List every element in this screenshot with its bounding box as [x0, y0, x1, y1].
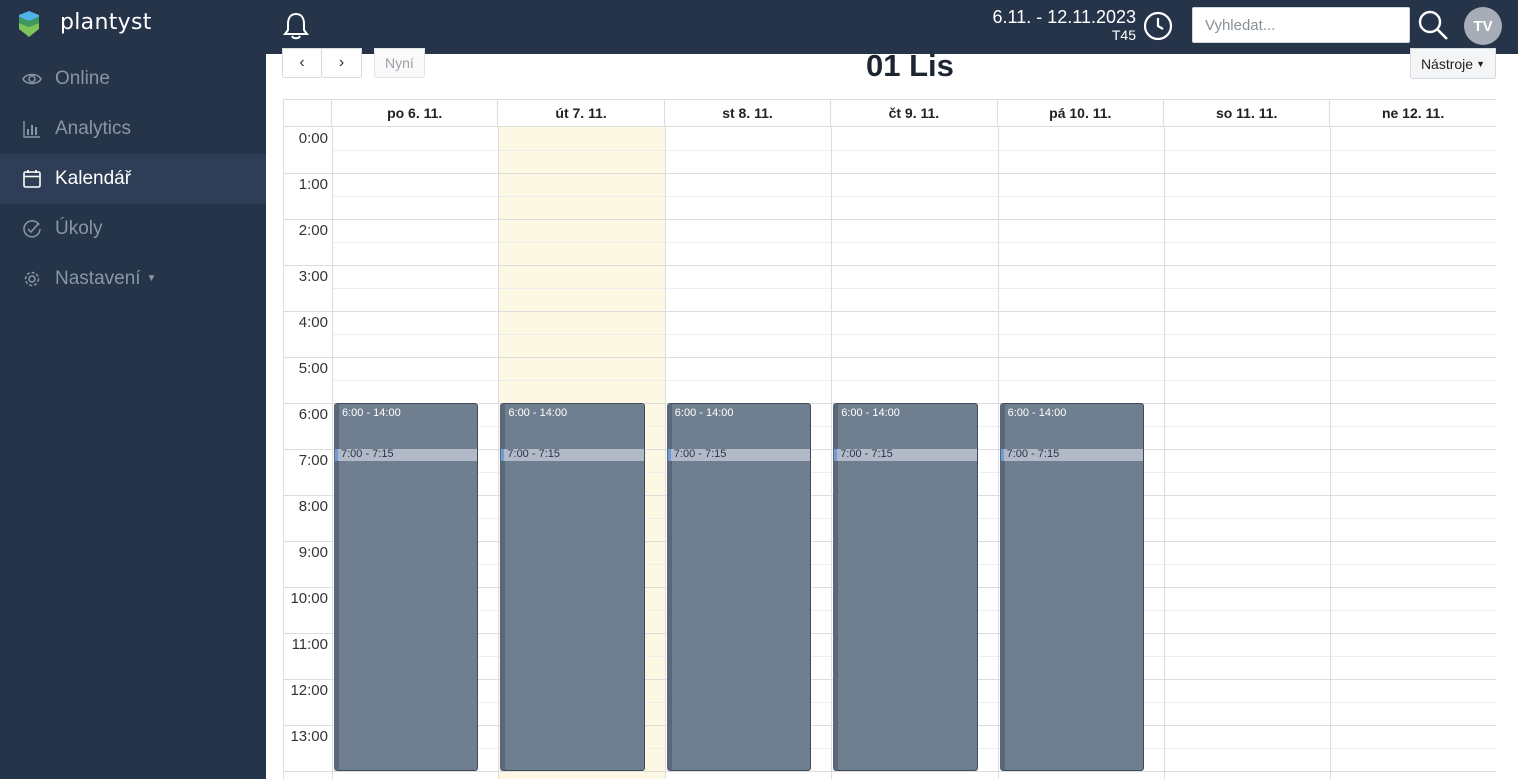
- day-column-divider: [997, 127, 999, 779]
- top-header: 6.11. - 12.11.2023 T45 TV: [266, 0, 1518, 54]
- day-header[interactable]: čt 9. 11.: [831, 100, 998, 127]
- sidebar-item-kalendar[interactable]: Kalendář: [0, 154, 266, 204]
- calendar-sub-event[interactable]: 7:00 - 7:15: [501, 449, 644, 461]
- event-time-label: 6:00 - 14:00: [508, 407, 568, 419]
- time-label: 8:00: [298, 498, 328, 515]
- calendar-sub-event[interactable]: 7:00 - 7:15: [834, 449, 977, 461]
- time-label: 11:00: [291, 636, 328, 653]
- sidebar-item-ukoly[interactable]: Úkoly: [0, 204, 266, 254]
- sidebar-item-label: Nastavení ▼: [55, 268, 157, 289]
- event-time-label: 6:00 - 14:00: [1007, 407, 1067, 419]
- day-header[interactable]: st 8. 11.: [664, 100, 832, 127]
- now-button[interactable]: Nyní: [374, 48, 425, 78]
- half-hour-gridline: [332, 150, 1496, 151]
- gear-icon: [24, 271, 40, 287]
- hour-gridline: [284, 265, 1496, 266]
- search-icon[interactable]: [1416, 8, 1450, 42]
- half-hour-gridline: [332, 242, 1496, 243]
- time-label: 5:00: [298, 360, 328, 377]
- event-time-label: 6:00 - 14:00: [674, 407, 734, 419]
- sidebar-item-analytics[interactable]: Analytics: [0, 104, 266, 154]
- sidebar-item-label: Analytics: [55, 118, 132, 139]
- week-code: T45: [1111, 27, 1136, 43]
- event-time-label: 6:00 - 14:00: [342, 407, 401, 419]
- day-header[interactable]: po 6. 11.: [332, 100, 499, 127]
- chevron-right-icon: ›: [338, 54, 345, 71]
- calendar-sub-event[interactable]: 7:00 - 7:15: [1000, 449, 1143, 461]
- bar-chart-icon: [23, 121, 40, 138]
- search-input[interactable]: [1192, 7, 1410, 43]
- bell-icon[interactable]: [280, 10, 312, 42]
- hour-gridline: [284, 357, 1496, 358]
- time-label: 6:00: [298, 406, 328, 423]
- day-header[interactable]: ne 12. 11.: [1330, 100, 1496, 127]
- week-calendar: po 6. 11. út 7. 11. st 8. 11. čt 9. 11. pá 1…: [283, 99, 1496, 779]
- day-column-divider: [332, 127, 333, 779]
- half-hour-gridline: [332, 288, 1496, 289]
- clock-icon[interactable]: [1142, 10, 1174, 42]
- sidebar: plantyst Online Analytics Kalendář Úkoly…: [0, 0, 266, 779]
- day-header[interactable]: so 11. 11.: [1164, 100, 1331, 127]
- time-label: 10:00: [290, 590, 328, 607]
- chevron-down-icon: ▼: [146, 273, 157, 285]
- hour-gridline: [284, 173, 1496, 174]
- half-hour-gridline: [332, 380, 1496, 381]
- sidebar-item-label: Úkoly: [55, 218, 103, 239]
- time-label: 2:00: [298, 222, 328, 239]
- sidebar-item-label: Kalendář: [55, 168, 132, 189]
- time-label: 3:00: [298, 268, 328, 285]
- day-header[interactable]: pá 10. 11.: [997, 100, 1164, 127]
- eye-icon: [22, 73, 42, 85]
- time-label: 1:00: [298, 176, 328, 193]
- hour-gridline: [284, 771, 1496, 772]
- tools-label: Nástroje: [1420, 55, 1474, 72]
- chevron-left-icon: ‹: [299, 54, 305, 71]
- avatar[interactable]: TV: [1464, 7, 1502, 45]
- week-range-text: 6.11. - 12.11.2023: [992, 7, 1136, 27]
- sidebar-item-online[interactable]: Online: [0, 54, 266, 104]
- event-time-label: 6:00 - 14:00: [841, 407, 900, 419]
- day-column-divider: [498, 127, 500, 779]
- brand[interactable]: plantyst: [0, 0, 266, 48]
- time-label: 4:00: [298, 314, 328, 331]
- plantyst-logo-icon: [19, 11, 39, 37]
- calendar-toolbar: ‹ › Nyní 01 Lis Nástroje ▼: [266, 48, 1518, 98]
- brand-name: plantyst: [60, 10, 152, 35]
- calendar-title: 01 Lis: [866, 48, 954, 83]
- day-column-divider: [831, 127, 833, 779]
- week-nav-buttons: ‹ ›: [282, 48, 362, 78]
- calendar-sub-event[interactable]: 7:00 - 7:15: [335, 449, 478, 461]
- prev-week-button[interactable]: ‹: [282, 48, 322, 78]
- sidebar-nav: Online Analytics Kalendář Úkoly Nastaven…: [0, 54, 266, 304]
- day-header[interactable]: út 7. 11.: [498, 100, 665, 127]
- calendar-sub-event[interactable]: 7:00 - 7:15: [667, 449, 811, 461]
- time-label: 7:00: [298, 452, 328, 469]
- time-gutter-header: [284, 100, 332, 127]
- time-label: 0:00: [298, 130, 328, 147]
- day-column-divider: [1164, 127, 1165, 779]
- week-range: 6.11. - 12.11.2023 T45: [993, 7, 1136, 43]
- hour-gridline: [284, 219, 1496, 220]
- tools-dropdown-button[interactable]: Nástroje ▼: [1409, 48, 1496, 79]
- chevron-down-icon: ▼: [1476, 58, 1485, 69]
- time-label: 13:00: [290, 728, 328, 745]
- check-circle-icon: [23, 220, 41, 238]
- half-hour-gridline: [332, 196, 1496, 197]
- day-column-divider: [1330, 127, 1332, 779]
- time-label: 12:00: [290, 682, 328, 699]
- sidebar-item-label: Online: [55, 68, 110, 89]
- time-label: 9:00: [298, 544, 328, 561]
- day-column-divider: [664, 127, 666, 779]
- hour-gridline: [284, 311, 1496, 312]
- next-week-button[interactable]: ›: [322, 48, 362, 78]
- calendar-icon: [23, 170, 41, 188]
- half-hour-gridline: [332, 334, 1496, 335]
- sidebar-item-nastaveni[interactable]: Nastavení ▼: [0, 254, 266, 304]
